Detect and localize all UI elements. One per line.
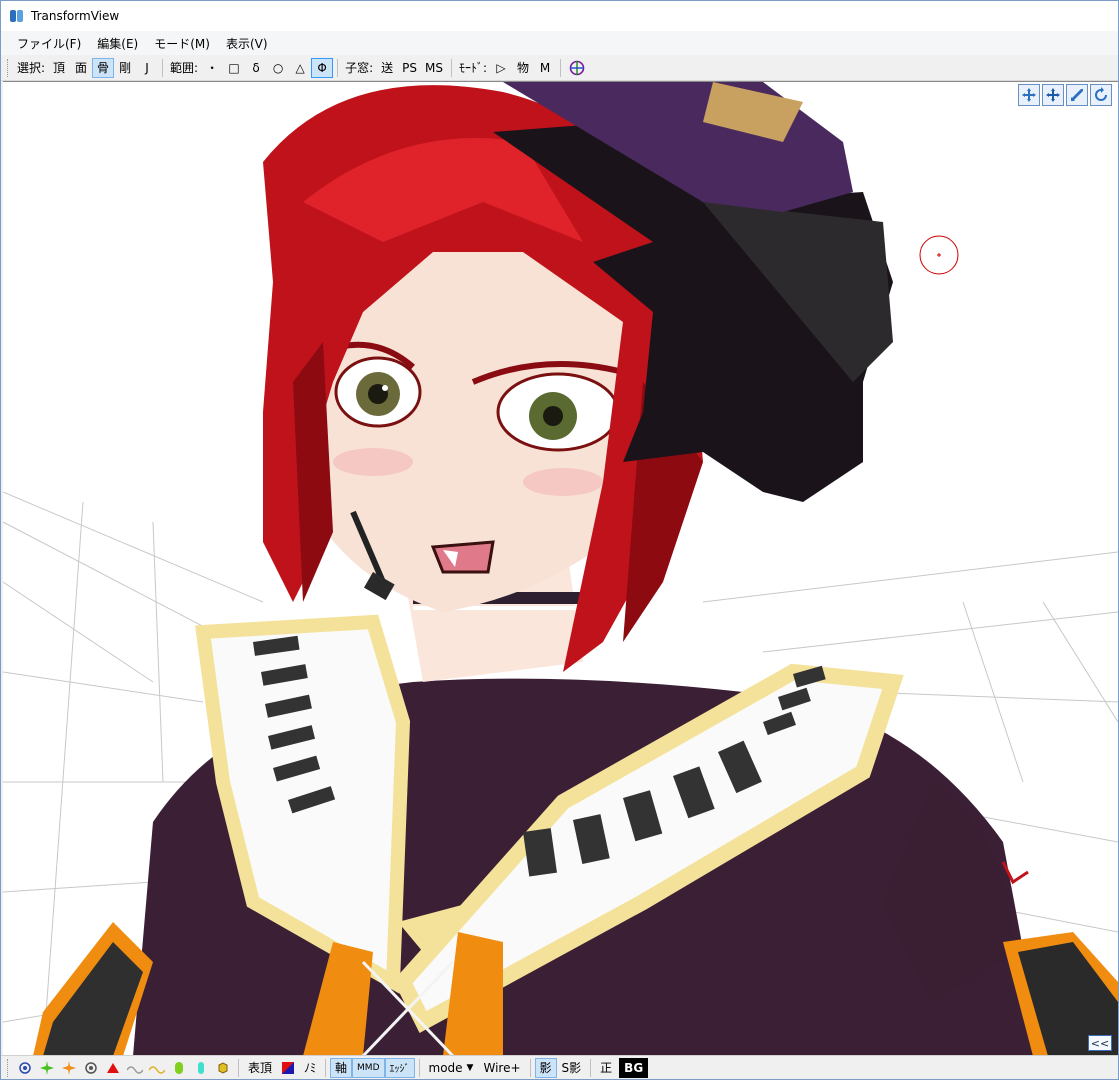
- mode-physics-button[interactable]: 物: [512, 58, 534, 78]
- toolbar-separator: [337, 58, 339, 77]
- toolbar-separator: [450, 58, 452, 77]
- range-delta-button[interactable]: δ: [245, 58, 267, 78]
- toolbar-grip[interactable]: [7, 58, 10, 77]
- circle-point-icon[interactable]: [80, 1058, 102, 1078]
- toolbar-separator: [529, 1058, 531, 1077]
- move-view-icon[interactable]: [1018, 84, 1040, 106]
- toolbar-separator: [325, 1058, 327, 1077]
- vertex-point-icon[interactable]: [14, 1058, 36, 1078]
- app-icon: [10, 10, 23, 22]
- wave-gray-icon[interactable]: [124, 1058, 146, 1078]
- title-bar: TransformView: [1, 1, 1118, 31]
- chevron-down-icon: ▼: [466, 1062, 474, 1073]
- select-joint-button[interactable]: J: [136, 58, 158, 78]
- select-bone-button[interactable]: 骨: [92, 57, 115, 78]
- toolbar-separator: [418, 1058, 420, 1077]
- menu-bar: ファイル(F) 編集(E) モード(M) 表示(V): [1, 31, 1118, 55]
- collapse-panel-button[interactable]: <<: [1088, 1035, 1112, 1051]
- mmd-button[interactable]: MMD: [352, 1057, 385, 1078]
- yellow-cube-icon[interactable]: [212, 1058, 234, 1078]
- rotate-view-icon[interactable]: [1090, 84, 1112, 106]
- mode-label: ﾓｰﾄﾞ:: [458, 61, 488, 75]
- select-rigid-button[interactable]: 剛: [114, 58, 136, 78]
- toolbar-separator: [590, 1058, 592, 1077]
- menu-edit[interactable]: 編集(E): [89, 33, 146, 54]
- child-send-button[interactable]: 送: [376, 58, 398, 78]
- transform-view-window: TransformView ファイル(F) 編集(E) モード(M) 表示(V)…: [0, 0, 1119, 1080]
- 3d-viewport[interactable]: <<: [3, 81, 1118, 1055]
- wave-yellow-icon[interactable]: [146, 1058, 168, 1078]
- toolbar-separator: [162, 58, 164, 77]
- edge-button[interactable]: ｴｯｼﾞ: [384, 1057, 415, 1078]
- child-ps-button[interactable]: PS: [398, 58, 421, 78]
- crosshair-globe-icon[interactable]: [565, 58, 589, 78]
- shadow-button[interactable]: 影: [534, 1057, 557, 1078]
- toolbar-separator: [238, 1058, 239, 1077]
- spark-orange-icon[interactable]: [58, 1058, 80, 1078]
- spark-green-icon[interactable]: [36, 1058, 58, 1078]
- range-triangle-button[interactable]: △: [289, 58, 311, 78]
- range-rect-button[interactable]: □: [223, 58, 245, 78]
- child-ms-button[interactable]: MS: [421, 58, 447, 78]
- range-label: 範囲:: [170, 61, 199, 75]
- pan-view-icon[interactable]: [1042, 84, 1064, 106]
- window-title: TransformView: [31, 9, 120, 23]
- mode-dropdown[interactable]: mode ▼: [424, 1058, 479, 1078]
- menu-mode[interactable]: モード(M): [146, 33, 218, 54]
- red-triangle-icon[interactable]: [102, 1058, 124, 1078]
- select-face-button[interactable]: 面: [70, 58, 92, 78]
- main-toolbar: 選択: 頂 面 骨 剛 J 範囲: ・ □ δ ○ △ Φ 子窓: 送 PS M…: [1, 55, 1118, 81]
- wire-plus-button[interactable]: Wire+: [478, 1058, 525, 1078]
- nomi-button[interactable]: ﾉﾐ: [299, 1058, 321, 1078]
- mode-m-button[interactable]: M: [534, 58, 556, 78]
- cyan-capsule-icon[interactable]: [190, 1058, 212, 1078]
- child-window-label: 子窓:: [345, 61, 374, 75]
- axis-button[interactable]: 軸: [330, 1057, 353, 1078]
- menu-view[interactable]: 表示(V): [218, 33, 276, 54]
- range-phi-button[interactable]: Φ: [311, 57, 334, 78]
- toolbar-grip[interactable]: [7, 1058, 10, 1077]
- green-capsule-icon[interactable]: [168, 1058, 190, 1078]
- select-vertex-button[interactable]: 頂: [48, 58, 70, 78]
- select-label: 選択:: [17, 61, 46, 75]
- range-circle-button[interactable]: ○: [267, 58, 289, 78]
- orthographic-button[interactable]: 正: [595, 1058, 617, 1078]
- background-button[interactable]: BG: [619, 1057, 649, 1078]
- zoom-view-icon[interactable]: [1066, 84, 1088, 106]
- mode-dropdown-label: mode: [428, 1060, 463, 1075]
- bottom-toolbar: 表頂 ﾉﾐ 軸 MMD ｴｯｼﾞ mode ▼ Wire+ 影 S影 正 BG: [1, 1055, 1118, 1079]
- model-render: [3, 82, 1118, 1055]
- material-color-icon[interactable]: [277, 1058, 299, 1078]
- view-controls: [1018, 84, 1112, 106]
- menu-file[interactable]: ファイル(F): [9, 33, 89, 54]
- range-point-button[interactable]: ・: [201, 58, 223, 78]
- toolbar-separator: [560, 58, 562, 77]
- self-shadow-button[interactable]: S影: [557, 1058, 587, 1078]
- mode-play-button[interactable]: ▷: [490, 58, 512, 78]
- vertex-display-button[interactable]: 表頂: [243, 1058, 277, 1078]
